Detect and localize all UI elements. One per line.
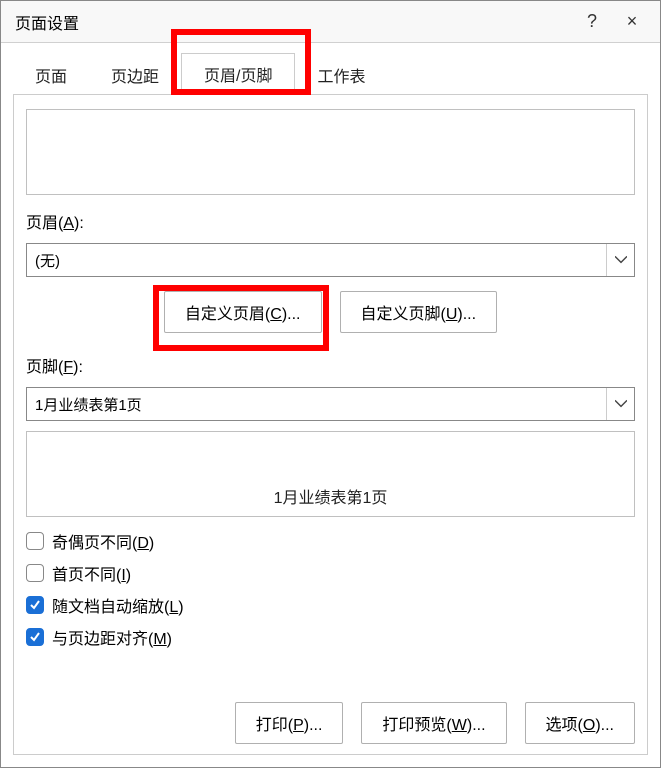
- dialog-content: 页面 页边距 页眉/页脚 工作表 页眉(A): (无) 自定义页眉(C)...: [1, 43, 660, 767]
- footer-select[interactable]: 1月业绩表第1页: [26, 387, 635, 421]
- check-align-label: 与页边距对齐(M): [52, 625, 172, 649]
- tab-header-footer[interactable]: 页眉/页脚: [181, 53, 295, 95]
- header-select-value: (无): [35, 250, 606, 271]
- check-firstpage-label: 首页不同(I): [52, 561, 131, 585]
- tab-page[interactable]: 页面: [13, 55, 89, 95]
- check-align-row: 与页边距对齐(M): [26, 625, 635, 649]
- bottom-button-row: 打印(P)... 打印预览(W)... 选项(O)...: [26, 692, 635, 744]
- custom-header-button[interactable]: 自定义页眉(C)...: [164, 291, 322, 333]
- header-label-text: 页眉(: [26, 215, 63, 232]
- header-label: 页眉(A):: [26, 209, 635, 233]
- check-scale-row: 随文档自动缩放(L): [26, 593, 635, 617]
- close-button[interactable]: ×: [612, 11, 652, 32]
- check-oddeven[interactable]: [26, 532, 44, 550]
- page-setup-dialog: 页面设置 ? × 页面 页边距 页眉/页脚 工作表 页眉(A): (无): [0, 0, 661, 768]
- checkbox-group: 奇偶页不同(D) 首页不同(I) 随文档自动缩放(L): [26, 529, 635, 649]
- footer-label-text: 页脚(: [26, 359, 63, 376]
- header-label-suffix: ):: [74, 215, 84, 232]
- check-oddeven-label: 奇偶页不同(D): [52, 529, 154, 553]
- check-firstpage-row: 首页不同(I): [26, 561, 635, 585]
- custom-buttons-row: 自定义页眉(C)... 自定义页脚(U)...: [26, 291, 635, 333]
- tab-panel: 页眉(A): (无) 自定义页眉(C)... 自定义页脚(U)... 页脚(F)…: [13, 95, 648, 755]
- header-label-key: A: [63, 215, 74, 232]
- chevron-down-icon: [606, 388, 634, 420]
- custom-footer-button[interactable]: 自定义页脚(U)...: [340, 291, 498, 333]
- footer-select-value: 1月业绩表第1页: [35, 394, 606, 415]
- print-button[interactable]: 打印(P)...: [235, 702, 344, 744]
- tab-strip: 页面 页边距 页眉/页脚 工作表: [13, 57, 648, 95]
- titlebar: 页面设置 ? ×: [1, 1, 660, 43]
- footer-preview: 1月业绩表第1页: [26, 431, 635, 517]
- footer-label: 页脚(F):: [26, 353, 635, 377]
- print-preview-button[interactable]: 打印预览(W)...: [361, 702, 506, 744]
- footer-preview-text: 1月业绩表第1页: [274, 484, 388, 508]
- tab-sheet[interactable]: 工作表: [295, 55, 387, 95]
- options-button[interactable]: 选项(O)...: [525, 702, 635, 744]
- footer-label-key: F: [63, 359, 73, 376]
- check-scale-label: 随文档自动缩放(L): [52, 593, 184, 617]
- check-scale[interactable]: [26, 596, 44, 614]
- header-select[interactable]: (无): [26, 243, 635, 277]
- footer-label-suffix: ):: [73, 359, 83, 376]
- help-button[interactable]: ?: [572, 11, 612, 32]
- check-firstpage[interactable]: [26, 564, 44, 582]
- dialog-title: 页面设置: [15, 10, 572, 34]
- tab-margins[interactable]: 页边距: [89, 55, 181, 95]
- check-align[interactable]: [26, 628, 44, 646]
- chevron-down-icon: [606, 244, 634, 276]
- check-oddeven-row: 奇偶页不同(D): [26, 529, 635, 553]
- header-preview: [26, 109, 635, 195]
